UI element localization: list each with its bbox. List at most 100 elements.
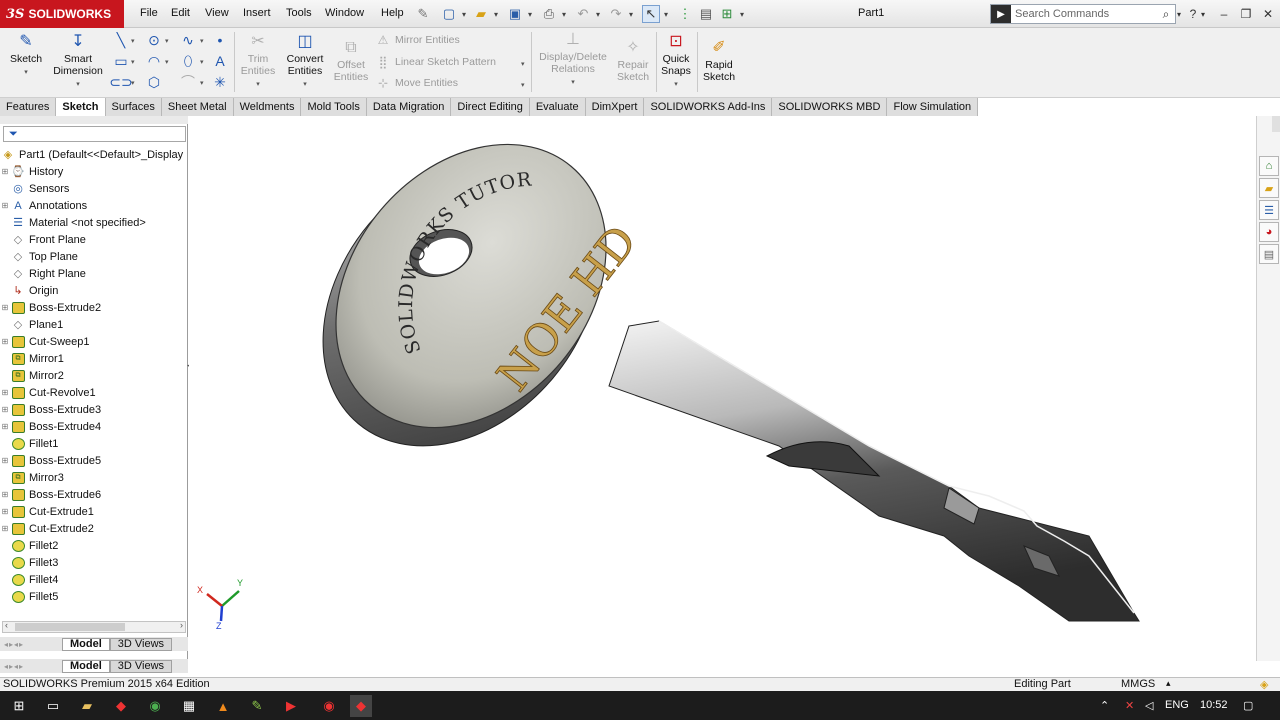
open-dropdown-icon[interactable]: ▾ [492,5,500,23]
pattern-dropdown-icon[interactable]: ▾ [521,60,525,68]
quick-snaps-button[interactable]: ⊡ Quick Snaps ▾ [659,32,693,91]
chrome-icon[interactable]: ◉ [144,695,166,717]
menu-window[interactable]: Window [325,7,364,19]
solidworks-active-icon[interactable]: ◆ [350,695,372,717]
circle-dropdown-icon[interactable]: ▾ [165,37,169,45]
line-dropdown-icon[interactable]: ▾ [131,37,135,45]
task-view-icon[interactable]: ▭ [42,695,64,717]
convert-entities-button[interactable]: ◫ Convert Entities ▾ [284,32,326,91]
rapid-sketch-button[interactable]: ✐ Rapid Sketch [700,38,738,84]
custom-properties-icon[interactable]: ▤ [1259,244,1279,264]
save-icon[interactable]: ▣ [506,5,524,23]
fillet-sketch-dropdown-icon[interactable]: ▾ [200,79,204,87]
menu-view[interactable]: View [205,7,229,19]
tree-item[interactable]: ⊞ Boss-Extrude3 [0,401,188,418]
linear-sketch-pattern-button[interactable]: ⣿ Linear Sketch Pattern [376,55,496,69]
tab-mold-tools[interactable]: Mold Tools [301,98,367,116]
record-icon[interactable]: ◉ [318,695,340,717]
clock[interactable]: 10:52 [1200,699,1228,711]
menu-insert[interactable]: Insert [243,7,271,19]
tab-model[interactable]: Model [62,637,110,651]
tab-data-migration[interactable]: Data Migration [366,98,452,116]
file-properties-icon[interactable]: ▤ [697,5,715,23]
tree-item[interactable]: Fillet1 [0,435,188,452]
vlc-icon[interactable]: ▲ [212,695,234,717]
menu-edit[interactable]: Edit [171,7,190,19]
text-icon[interactable]: A [212,53,228,69]
tab-3d-views[interactable]: 3D Views [109,659,173,673]
tree-item[interactable]: ⊞ A Annotations [0,197,188,214]
appearances-icon[interactable]: ◕ [1259,222,1279,242]
design-library-icon[interactable]: ▰ [1259,178,1279,198]
convert-dropdown-icon[interactable]: ▾ [303,79,307,91]
app-taskbar-icon[interactable]: ✎ [246,695,268,717]
media-app-icon[interactable]: ▶ [280,695,302,717]
quick-snaps-dropdown-icon[interactable]: ▾ [674,79,678,91]
tree-item[interactable]: ◇ Right Plane [0,265,188,282]
new-dropdown-icon[interactable]: ▾ [460,5,468,23]
status-notification-icon[interactable]: ◈ [1260,678,1268,691]
save-dropdown-icon[interactable]: ▾ [526,5,534,23]
move-entities-button[interactable]: ⊹ Move Entities [376,76,458,90]
trim-point-icon[interactable]: • [212,32,228,48]
new-document-icon[interactable]: ▢ [440,5,458,23]
select-arrow-icon[interactable]: ↖ [642,5,660,23]
tray-up-icon[interactable]: ⌃ [1100,699,1109,712]
tab-direct-editing[interactable]: Direct Editing [451,98,530,116]
menu-file[interactable]: File [140,7,158,19]
tree-item[interactable]: ⊞ Cut-Revolve1 [0,384,188,401]
undo-dropdown-icon[interactable]: ▾ [594,5,602,23]
tab-surfaces[interactable]: Surfaces [105,98,162,116]
expand-icon[interactable]: ⊞ [0,456,10,465]
notification-center-icon[interactable]: ▢ [1243,699,1253,712]
tree-item[interactable]: ⊞ Boss-Extrude2 [0,299,188,316]
pin-icon[interactable]: ✎ [414,5,432,23]
tree-item[interactable]: ⊞ Cut-Sweep1 [0,333,188,350]
scroll-right-icon[interactable]: › [180,620,183,630]
tab-dimxpert[interactable]: DimXpert [585,98,645,116]
scroll-left-icon[interactable]: ‹ [5,620,8,630]
file-explorer-taskbar-icon[interactable]: ▰ [76,695,98,717]
tree-filter-input[interactable]: ⏷ [3,126,186,142]
expand-icon[interactable]: ⊞ [0,303,10,312]
rectangle-dropdown-icon[interactable]: ▾ [131,58,135,66]
tab-scroll-arrows[interactable]: ◂▸◂▸ [0,640,62,649]
tree-item[interactable]: ◎ Sensors [0,180,188,197]
viewport-scroll-indicator[interactable] [1272,116,1280,132]
display-delete-relations-button[interactable]: ⊥ Display/Delete Relations ▾ [537,30,609,89]
expand-icon[interactable]: ⊞ [0,167,10,176]
repair-sketch-button[interactable]: ✧ Repair Sketch [614,38,652,84]
expand-icon[interactable]: ⊞ [0,490,10,499]
fillet-sketch-icon[interactable]: ⌒ [180,74,196,90]
restore-icon[interactable]: ❐ [1236,5,1256,23]
tab-sheet-metal[interactable]: Sheet Metal [161,98,234,116]
solidworks-taskbar-icon[interactable]: ◆ [110,695,132,717]
tab-flow-simulation[interactable]: Flow Simulation [887,98,979,116]
tree-item[interactable]: Fillet4 [0,571,188,588]
menu-tools[interactable]: Tools [286,7,312,19]
calculator-icon[interactable]: ▦ [178,695,200,717]
open-folder-icon[interactable]: ▰ [472,5,490,23]
tab-solidworks-mbd[interactable]: SOLIDWORKS MBD [772,98,888,116]
network-icon[interactable]: ✕ [1125,699,1134,712]
options-icon[interactable]: ⊞ [718,5,736,23]
tab-sketch[interactable]: Sketch [56,98,106,116]
tree-item[interactable]: ⊞ Boss-Extrude4 [0,418,188,435]
tree-item[interactable]: Fillet5 [0,588,188,605]
tree-item[interactable]: ⊞ ⌚ History [0,163,188,180]
tab-3d-views[interactable]: 3D Views [109,637,173,651]
expand-icon[interactable]: ⊞ [0,388,10,397]
trim-dropdown-icon[interactable]: ▾ [256,79,260,91]
slot-dropdown-icon[interactable]: ▾ [131,79,135,87]
redo-icon[interactable]: ↷ [607,5,625,23]
line-icon[interactable]: ╲ [113,32,129,48]
circle-icon[interactable]: ⊙ [146,32,162,48]
undo-icon[interactable]: ↶ [574,5,592,23]
expand-icon[interactable]: ⊞ [0,507,10,516]
expand-icon[interactable]: ⊞ [0,405,10,414]
search-commands-icon[interactable]: ▶ [991,5,1011,23]
smart-dimension-dropdown-icon[interactable]: ▾ [76,79,80,91]
units-dropdown-icon[interactable]: ▴ [1166,678,1171,689]
expand-icon[interactable]: ⊞ [0,201,10,210]
tab-model[interactable]: Model [62,659,110,673]
